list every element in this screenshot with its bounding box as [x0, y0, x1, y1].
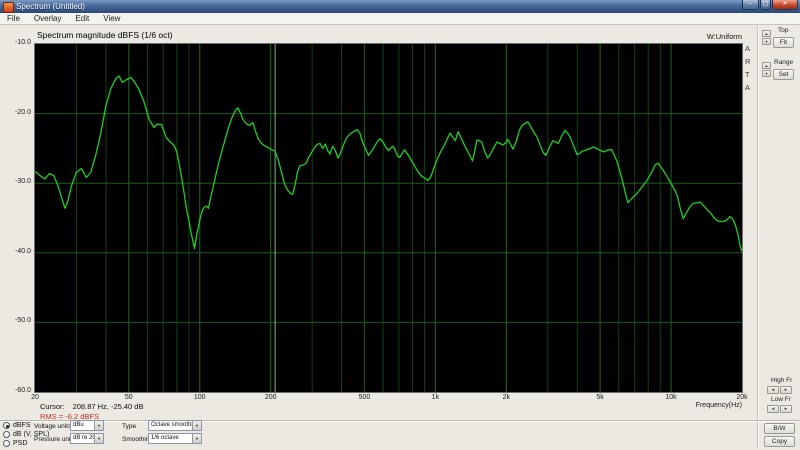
spectrum-curve	[35, 75, 742, 252]
high-fr-right-button[interactable]: ►	[780, 386, 792, 394]
low-fr-arrows: ◄ ►	[767, 405, 792, 413]
cursor-readout-value: 208.87 Hz, -25.40 dB	[72, 402, 144, 411]
copy-button[interactable]: Copy	[764, 436, 795, 447]
spectrum-plot[interactable]	[34, 43, 743, 393]
bottom-separator	[0, 420, 800, 422]
top-spinner-down-button[interactable]: ▼	[762, 38, 771, 45]
minimize-button[interactable]: –	[742, 0, 759, 10]
maximize-button[interactable]: ▢	[760, 0, 771, 10]
fit-button[interactable]: Fit	[773, 37, 794, 48]
arta-watermark: ARTA	[745, 44, 751, 92]
voltage-units-label: Voltage units	[34, 423, 72, 430]
cursor-readout-label: Cursor:	[40, 402, 65, 411]
x-tick-label: 20	[31, 394, 39, 401]
high-fr-arrows: ◄ ►	[767, 386, 792, 394]
bw-button[interactable]: B/W	[764, 423, 795, 434]
dropdown-arrow-icon[interactable]: ▼	[192, 421, 201, 430]
top-spinner: ▲ ▼	[762, 30, 771, 46]
y-tick-label: -20.0	[15, 108, 31, 116]
x-tick-label: 2k	[502, 394, 511, 401]
y-tick-label: -40.0	[15, 247, 31, 255]
y-tick-label: -30.0	[15, 178, 31, 186]
radio-label: PSD	[13, 440, 28, 447]
x-tick-label: 50	[124, 394, 133, 401]
dropdown-arrow-icon[interactable]: ▼	[192, 434, 201, 443]
menu-item-overlay[interactable]: Overlay	[27, 13, 69, 24]
top-label: Top	[778, 27, 789, 34]
menu-item-edit[interactable]: Edit	[68, 13, 96, 24]
x-tick-label: 100	[193, 394, 206, 401]
high-fr-left-button[interactable]: ◄	[767, 386, 779, 394]
y-axis-labels: -10.0 -20.0 -30.0 -40.0 -50.0 -60.0	[0, 0, 31, 400]
y-tick-label: -60.0	[15, 387, 31, 394]
plot-title: Spectrum magnitude dBFS (1/6 oct)	[37, 30, 173, 40]
x-tick-label: 10k	[665, 394, 677, 401]
y-tick-label: -10.0	[15, 39, 31, 46]
voltage-units-select[interactable]: dBu ▼	[70, 420, 104, 431]
close-button[interactable]: ✕	[772, 0, 798, 10]
titlebar: Spectrum (Untitled) – ▢ ✕	[0, 0, 800, 14]
low-fr-label: Low Fr	[771, 396, 791, 403]
range-label: Range	[774, 59, 794, 66]
menubar: File Overlay Edit View	[0, 13, 800, 25]
radio-label: dBFS	[13, 422, 31, 429]
menu-item-view[interactable]: View	[96, 13, 127, 24]
range-spinner-down-button[interactable]: ▼	[762, 70, 771, 77]
low-fr-left-button[interactable]: ◄	[767, 405, 779, 413]
pressure-units-select[interactable]: dB re 20 uPa ▼	[70, 433, 104, 444]
smoothing-select[interactable]: 1/6 octave ▼	[148, 433, 202, 444]
set-button[interactable]: Set	[773, 69, 794, 80]
low-fr-right-button[interactable]: ►	[780, 405, 792, 413]
smoothing-value: 1/6 octave	[151, 435, 179, 441]
voltage-units-value: dBu	[73, 422, 84, 428]
x-tick-label: 1k	[431, 394, 440, 401]
top-spinner-up-button[interactable]: ▲	[762, 30, 771, 37]
range-spinner: ▲ ▼	[762, 62, 771, 78]
frequency-axis-label: Frequency(Hz)	[695, 402, 742, 409]
x-tick-label: 200	[264, 394, 277, 401]
y-tick-label: -50.0	[15, 317, 31, 325]
spectrum-chart-svg	[35, 44, 742, 392]
radio-button-icon[interactable]	[3, 422, 10, 429]
window-function-label: W:Uniform	[706, 32, 742, 41]
x-tick-label: 20k	[736, 394, 748, 401]
cursor-readout: Cursor: 208.87 Hz, -25.40 dB	[40, 402, 143, 411]
app-window: { "window": { "title": "Spectrum (Untitl…	[0, 0, 800, 450]
right-panel-separator	[757, 26, 759, 448]
type-select[interactable]: Octave smoothing ▼	[148, 420, 202, 431]
radio-button-icon[interactable]	[3, 431, 10, 438]
dropdown-arrow-icon[interactable]: ▼	[94, 421, 103, 430]
dropdown-arrow-icon[interactable]: ▼	[94, 434, 103, 443]
x-tick-label: 5k	[596, 394, 604, 401]
radio-button-icon[interactable]	[3, 440, 10, 447]
type-label: Type	[122, 423, 137, 430]
high-fr-label: High Fr	[771, 377, 793, 384]
x-tick-label: 500	[358, 394, 371, 401]
range-spinner-up-button[interactable]: ▲	[762, 62, 771, 69]
